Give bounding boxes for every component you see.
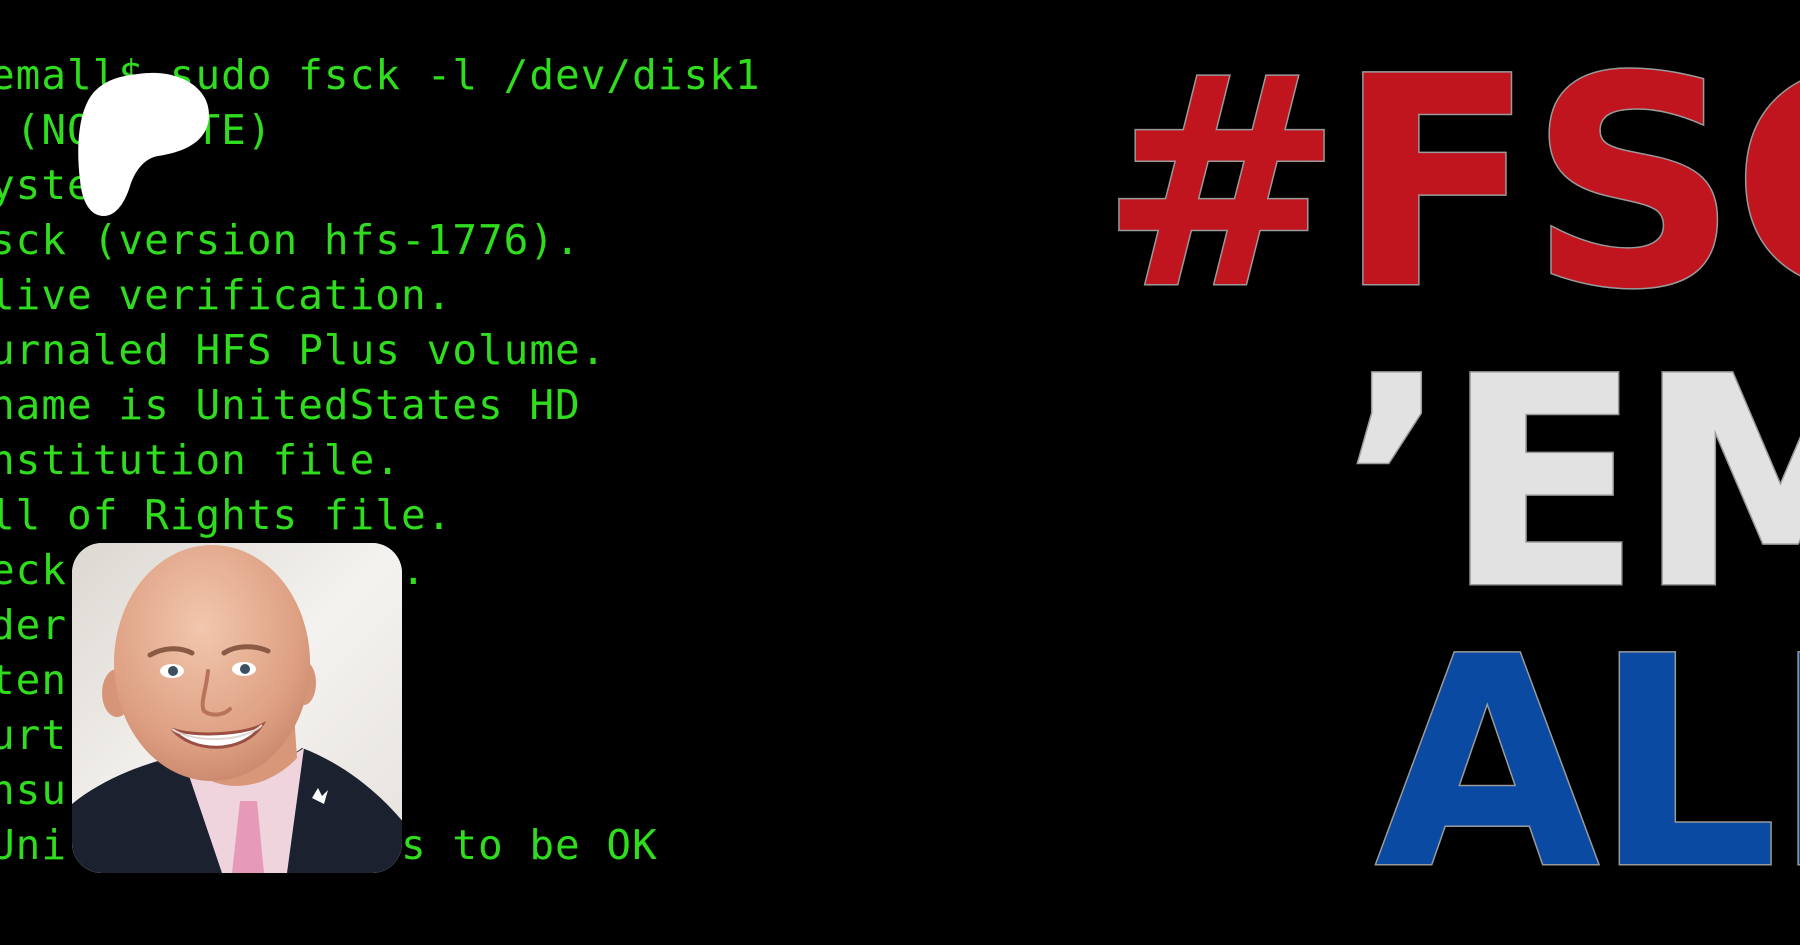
headline-line-all: ALL <box>1373 596 1800 933</box>
profile-photo <box>72 543 402 873</box>
terminal-line: name is UnitedStates HD <box>0 381 581 429</box>
headline-line-em: ’EM <box>1339 316 1800 653</box>
avatar[interactable] <box>72 543 402 873</box>
terminal-line: ll of Rights file. <box>0 491 453 539</box>
cover-image: emall$ sudo fsck -l /dev/disk1 (NO WRITE… <box>0 0 1800 945</box>
headline: #FSC ’EM ALL <box>1099 16 1800 911</box>
creator-logo-icon <box>78 72 210 216</box>
headline-line-fsck: #FSC <box>1099 16 1800 353</box>
terminal-line: nstitution file. <box>0 436 401 484</box>
terminal-line: urnaled HFS Plus volume. <box>0 326 607 374</box>
terminal-line: sck (version hfs-1776). <box>0 216 581 264</box>
terminal-line: live verification. <box>0 271 453 319</box>
